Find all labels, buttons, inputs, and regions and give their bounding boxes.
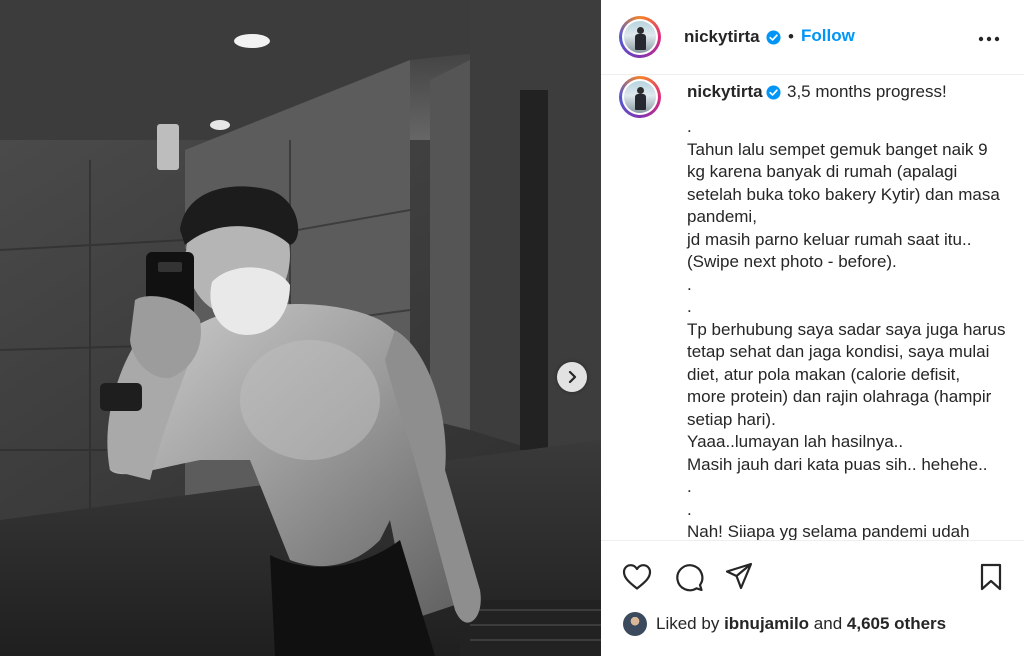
post-side-panel: nickytirta • Follow nickytirta 3,5 month… bbox=[601, 0, 1024, 656]
gym-selfie-image bbox=[0, 0, 601, 656]
caption-line: . bbox=[687, 117, 692, 136]
caption-line: . bbox=[687, 499, 692, 519]
post-photo[interactable] bbox=[0, 0, 601, 656]
bookmark-icon[interactable] bbox=[979, 563, 1003, 591]
caption-line: jd masih parno keluar rumah saat itu.. bbox=[687, 229, 972, 249]
caption-line: more protein) dan rajin olahraga (hampir bbox=[687, 387, 992, 406]
caption-line: . bbox=[687, 477, 692, 496]
caption-line: . bbox=[687, 274, 692, 294]
caption-username[interactable]: nickytirta bbox=[687, 82, 763, 102]
caption-line: Tahun lalu sempet gemuk banget naik 9 bbox=[687, 139, 988, 159]
caption-line: pandemi, bbox=[687, 207, 757, 226]
author-username[interactable]: nickytirta bbox=[684, 27, 760, 47]
caption-line: Nah! Siiapa yg selama pandemi udah bbox=[687, 522, 970, 540]
caption-line: diet, atur pola makan (calorie defisit, bbox=[687, 364, 961, 384]
post-header: nickytirta • Follow bbox=[601, 0, 1024, 75]
verified-badge-icon bbox=[766, 30, 781, 45]
verified-badge-icon bbox=[766, 85, 781, 100]
next-photo-button[interactable] bbox=[557, 362, 587, 392]
heart-icon[interactable] bbox=[622, 563, 652, 591]
caption-line: setiap hari). bbox=[687, 409, 776, 429]
liker-username[interactable]: ibnujamilo bbox=[724, 614, 809, 634]
likes-summary[interactable]: Liked by ibnujamilo and 4,605 others bbox=[623, 611, 946, 637]
likes-joiner: and bbox=[813, 614, 843, 633]
likes-count[interactable]: 4,605 others bbox=[847, 614, 946, 634]
caption-line: (Swipe next photo - before). bbox=[687, 252, 897, 271]
caption-line: setelah buka toko bakery Kytir) dan masa bbox=[687, 184, 1000, 204]
caption-line: Tp berhubung saya sadar saya juga harus bbox=[687, 319, 1006, 339]
separator-dot: • bbox=[788, 27, 794, 46]
follow-button[interactable]: Follow bbox=[801, 26, 855, 46]
author-avatar[interactable] bbox=[619, 16, 661, 58]
post-actions: Liked by ibnujamilo and 4,605 others bbox=[601, 540, 1024, 657]
chevron-right-icon bbox=[568, 370, 577, 384]
paper-plane-icon[interactable] bbox=[725, 562, 753, 590]
caption-first-line: 3,5 months progress! bbox=[787, 82, 947, 101]
caption-author-avatar[interactable] bbox=[619, 76, 661, 118]
caption-line: Masih jauh dari kata puas sih.. hehehe.. bbox=[687, 454, 988, 474]
comment-icon[interactable] bbox=[674, 562, 704, 592]
caption-line: Yaaa..lumayan lah hasilnya.. bbox=[687, 432, 904, 451]
caption-text: . Tahun lalu sempet gemuk banget naik 9 … bbox=[687, 116, 1017, 540]
caption-line: . bbox=[687, 297, 692, 316]
liker-avatar[interactable] bbox=[623, 612, 647, 636]
more-options-icon[interactable] bbox=[975, 30, 1003, 48]
likes-prefix: Liked by bbox=[656, 614, 720, 633]
caption-scroll-area[interactable]: nickytirta 3,5 months progress! . Tahun … bbox=[601, 74, 1024, 540]
caption-line: kg karena banyak di rumah (apalagi bbox=[687, 162, 958, 181]
caption-line: tetap sehat dan jaga kondisi, saya mulai bbox=[687, 342, 990, 361]
